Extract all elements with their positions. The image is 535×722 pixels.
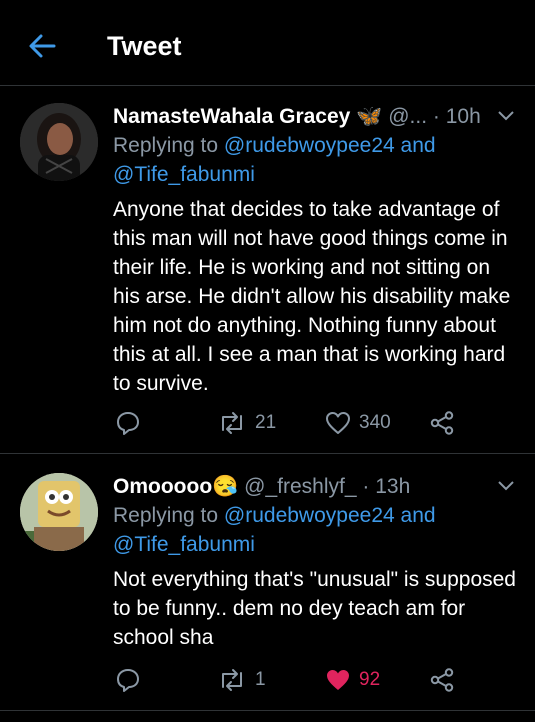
retweet-count: 1: [255, 669, 266, 690]
sleepy-face-emoji: 😪: [212, 475, 239, 498]
like-count: 92: [359, 669, 381, 690]
like-count: 340: [359, 412, 391, 433]
share-icon: [429, 410, 455, 436]
share-button[interactable]: [429, 665, 455, 695]
top-bar: Tweet: [0, 0, 535, 86]
reply-icon: [115, 410, 141, 436]
tweet-reply[interactable]: NamasteWahala Gracey 🦋 @... · 10h Replyi…: [0, 86, 535, 454]
tweet-header: NamasteWahala Gracey 🦋 @... · 10h: [113, 103, 481, 131]
timestamp[interactable]: 13h: [375, 475, 410, 498]
reply-icon: [115, 667, 141, 693]
tweet-reply[interactable]: Omooooo😪 @_freshlyf_ · 13h Replying to @…: [0, 455, 535, 711]
mention-link[interactable]: @rudebwoypee24: [224, 504, 395, 527]
tweet-text: Not everything that's "unusual" is suppo…: [113, 568, 516, 649]
mention-link[interactable]: @Tife_fabunmi: [113, 163, 255, 186]
reply-button[interactable]: [115, 408, 141, 438]
separator-dot: ·: [362, 475, 370, 498]
share-icon: [429, 667, 455, 693]
user-handle[interactable]: @...: [388, 105, 427, 128]
display-name[interactable]: NamasteWahala Gracey: [113, 105, 350, 128]
share-button[interactable]: [429, 408, 455, 438]
retweet-icon: [217, 410, 247, 436]
tweet-actions: 21 340: [113, 408, 473, 438]
retweet-button[interactable]: 21: [217, 408, 276, 438]
replying-to: Replying to @rudebwoypee24 and @Tife_fab…: [113, 134, 436, 186]
arrow-left-icon[interactable]: [26, 30, 58, 62]
chevron-down-icon[interactable]: [497, 479, 515, 491]
display-name[interactable]: Omooooo: [113, 475, 212, 498]
heart-outline-icon: [325, 411, 351, 435]
like-button[interactable]: 92: [325, 665, 380, 695]
mention-link[interactable]: @rudebwoypee24: [224, 134, 395, 157]
tweet-text: Anyone that decides to take advantage of…: [113, 198, 511, 395]
separator-dot: ·: [432, 105, 440, 128]
replying-to: Replying to @rudebwoypee24 and @Tife_fab…: [113, 504, 436, 556]
avatar[interactable]: [20, 473, 98, 551]
tweet-header: Omooooo😪 @_freshlyf_ · 13h: [113, 473, 410, 501]
retweet-icon: [217, 667, 247, 693]
user-handle[interactable]: @_freshlyf_: [244, 475, 356, 498]
butterfly-emoji: 🦋: [356, 105, 383, 128]
like-button[interactable]: 340: [325, 408, 391, 438]
timestamp[interactable]: 10h: [446, 105, 481, 128]
reply-button[interactable]: [115, 665, 141, 695]
retweet-button[interactable]: 1: [217, 665, 266, 695]
tweet-actions: 1 92: [113, 665, 473, 695]
heart-filled-icon: [325, 668, 351, 692]
chevron-down-icon[interactable]: [497, 109, 515, 121]
mention-link[interactable]: @Tife_fabunmi: [113, 533, 255, 556]
page-title: Tweet: [107, 31, 182, 61]
avatar[interactable]: [20, 103, 98, 181]
retweet-count: 21: [255, 412, 277, 433]
